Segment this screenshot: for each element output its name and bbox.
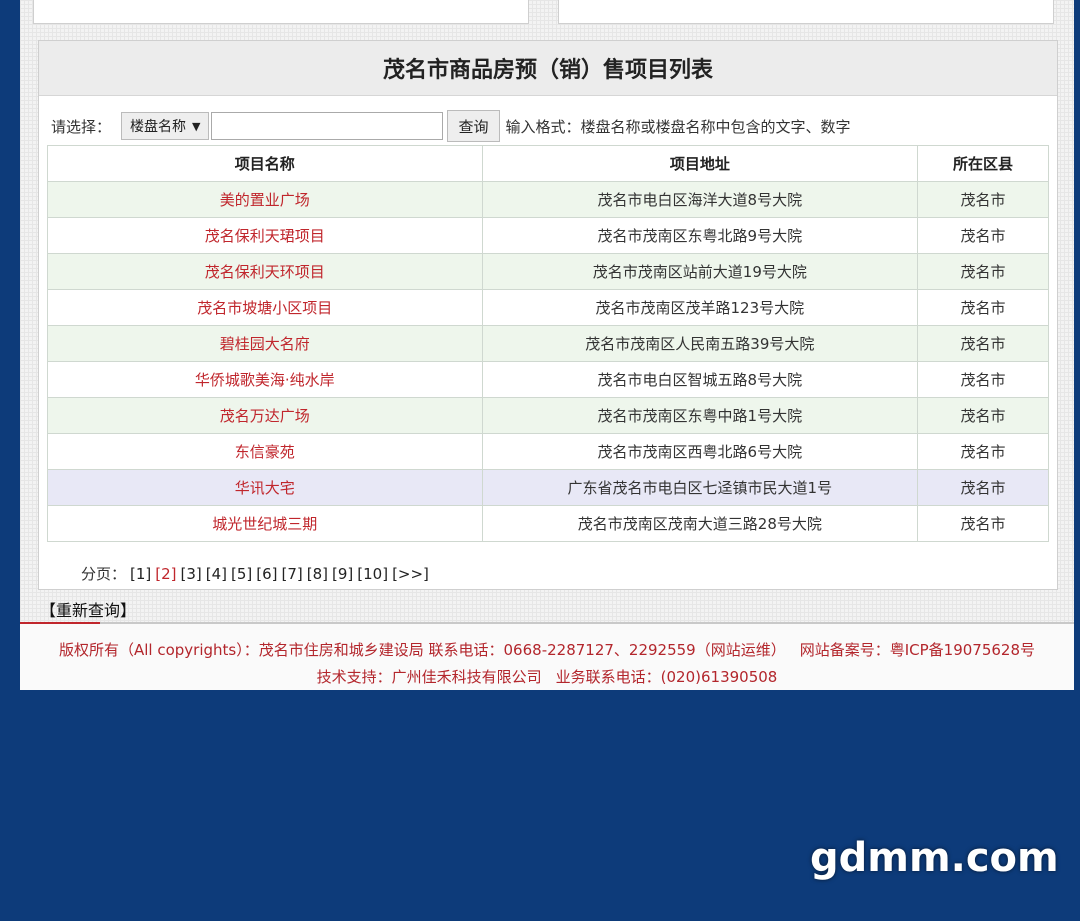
page-link[interactable]: [9]: [332, 565, 353, 583]
search-label: 请选择：: [51, 117, 112, 136]
project-name-link[interactable]: 美的置业广场: [47, 181, 483, 218]
page-link-current[interactable]: [2]: [155, 565, 176, 583]
project-name-link[interactable]: 茂名市坡塘小区项目: [47, 289, 483, 326]
watermark-logo: gdmm.com: [810, 835, 1059, 881]
project-address: 茂名市茂南区站前大道19号大院: [481, 253, 919, 290]
project-district: 茂名市: [917, 469, 1049, 506]
table-row: 茂名万达广场 茂名市茂南区东粤中路1号大院 茂名市: [47, 397, 1049, 434]
project-address: 广东省茂名市电白区七迳镇市民大道1号: [481, 469, 919, 506]
top-right-box: [558, 0, 1054, 24]
project-district: 茂名市: [917, 397, 1049, 434]
project-name-link[interactable]: 城光世纪城三期: [47, 505, 483, 542]
project-district: 茂名市: [917, 181, 1049, 218]
footer-tech-support: 技术支持：广州佳禾科技有限公司: [316, 668, 542, 686]
footer-icp[interactable]: 网站备案号：粤ICP备19075628号: [800, 641, 1035, 659]
page-container: 茂名市商品房预（销）售项目列表 请选择： 楼盘名称 ▼ 查询 输入格式：楼盘名称…: [20, 0, 1074, 690]
top-left-box: [33, 0, 529, 24]
panel-title: 茂名市商品房预（销）售项目列表: [39, 41, 1057, 96]
project-address: 茂名市电白区海洋大道8号大院: [481, 181, 919, 218]
page-link[interactable]: [7]: [282, 565, 303, 583]
search-input[interactable]: [211, 112, 444, 140]
table-row: 茂名市坡塘小区项目 茂名市茂南区茂羊路123号大院 茂名市: [47, 289, 1049, 326]
table-row: 东信豪苑 茂名市茂南区西粤北路6号大院 茂名市: [47, 433, 1049, 470]
table-row: 美的置业广场 茂名市电白区海洋大道8号大院 茂名市: [47, 181, 1049, 218]
table-row: 华侨城歌美海·纯水岸 茂名市电白区智城五路8号大院 茂名市: [47, 361, 1049, 398]
header-district: 所在区县: [917, 145, 1049, 182]
table-header-row: 项目名称 项目地址 所在区县: [47, 145, 1049, 182]
format-hint: 输入格式：楼盘名称或楼盘名称中包含的文字、数字: [505, 117, 851, 136]
footer-copyright: 版权所有（All copyrights）：茂名市住房和城乡建设局: [58, 641, 424, 659]
page-link[interactable]: [5]: [231, 565, 252, 583]
table-row: 城光世纪城三期 茂名市茂南区茂南大道三路28号大院 茂名市: [47, 505, 1049, 542]
header-project-address: 项目地址: [481, 145, 919, 182]
pagination: 分页： [1] [2] [3] [4] [5] [6] [7] [8] [9] …: [81, 563, 429, 584]
page-link[interactable]: [8]: [307, 565, 328, 583]
footer-business-phone: 业务联系电话：(020)61390508: [555, 668, 778, 686]
project-address: 茂名市茂南区茂南大道三路28号大院: [481, 505, 919, 542]
page-link[interactable]: [3]: [181, 565, 202, 583]
select-value: 楼盘名称: [130, 119, 187, 135]
project-name-link[interactable]: 茂名保利天珺项目: [47, 217, 483, 254]
search-type-select[interactable]: 楼盘名称 ▼: [121, 112, 210, 140]
footer-phone: 联系电话：0668-2287127、2292559（网站运维）: [428, 641, 786, 659]
table-row: 茂名保利天环项目 茂名市茂南区站前大道19号大院 茂名市: [47, 253, 1049, 290]
requery-link[interactable]: 【重新查询】: [40, 597, 136, 621]
search-row: 请选择： 楼盘名称 ▼ 查询 输入格式：楼盘名称或楼盘名称中包含的文字、数字: [51, 110, 851, 142]
project-address: 茂名市茂南区西粤北路6号大院: [481, 433, 919, 470]
project-district: 茂名市: [917, 325, 1049, 362]
project-district: 茂名市: [917, 433, 1049, 470]
pagination-label: 分页：: [81, 565, 127, 583]
project-district: 茂名市: [917, 289, 1049, 326]
project-address: 茂名市茂南区东粤北路9号大院: [481, 217, 919, 254]
footer: 版权所有（All copyrights）：茂名市住房和城乡建设局 联系电话：06…: [20, 624, 1074, 690]
page-link-next[interactable]: [>>]: [392, 565, 429, 583]
project-address: 茂名市茂南区茂羊路123号大院: [481, 289, 919, 326]
project-district: 茂名市: [917, 361, 1049, 398]
page-link[interactable]: [4]: [206, 565, 227, 583]
project-address: 茂名市茂南区人民南五路39号大院: [481, 325, 919, 362]
project-name-link[interactable]: 华侨城歌美海·纯水岸: [47, 361, 483, 398]
project-name-link[interactable]: 碧桂园大名府: [47, 325, 483, 362]
footer-line-2: 技术支持：广州佳禾科技有限公司 业务联系电话：(020)61390508: [20, 666, 1074, 687]
project-name-link[interactable]: 华讯大宅: [47, 469, 483, 506]
table-row: 华讯大宅 广东省茂名市电白区七迳镇市民大道1号 茂名市: [47, 469, 1049, 506]
table-row: 碧桂园大名府 茂名市茂南区人民南五路39号大院 茂名市: [47, 325, 1049, 362]
header-project-name: 项目名称: [47, 145, 483, 182]
page-link[interactable]: [6]: [256, 565, 277, 583]
page-link[interactable]: [1]: [130, 565, 151, 583]
dropdown-arrow-icon: ▼: [192, 119, 201, 133]
project-district: 茂名市: [917, 217, 1049, 254]
project-name-link[interactable]: 茂名万达广场: [47, 397, 483, 434]
query-button[interactable]: 查询: [447, 110, 500, 142]
project-address: 茂名市茂南区东粤中路1号大院: [481, 397, 919, 434]
project-name-link[interactable]: 茂名保利天环项目: [47, 253, 483, 290]
project-name-link[interactable]: 东信豪苑: [47, 433, 483, 470]
project-district: 茂名市: [917, 253, 1049, 290]
project-district: 茂名市: [917, 505, 1049, 542]
page-link[interactable]: [10]: [357, 565, 388, 583]
project-address: 茂名市电白区智城五路8号大院: [481, 361, 919, 398]
project-list-panel: 茂名市商品房预（销）售项目列表 请选择： 楼盘名称 ▼ 查询 输入格式：楼盘名称…: [38, 40, 1058, 590]
table-row: 茂名保利天珺项目 茂名市茂南区东粤北路9号大院 茂名市: [47, 217, 1049, 254]
project-table: 项目名称 项目地址 所在区县 美的置业广场 茂名市电白区海洋大道8号大院 茂名市…: [47, 145, 1049, 542]
footer-line-1: 版权所有（All copyrights）：茂名市住房和城乡建设局 联系电话：06…: [20, 639, 1074, 660]
